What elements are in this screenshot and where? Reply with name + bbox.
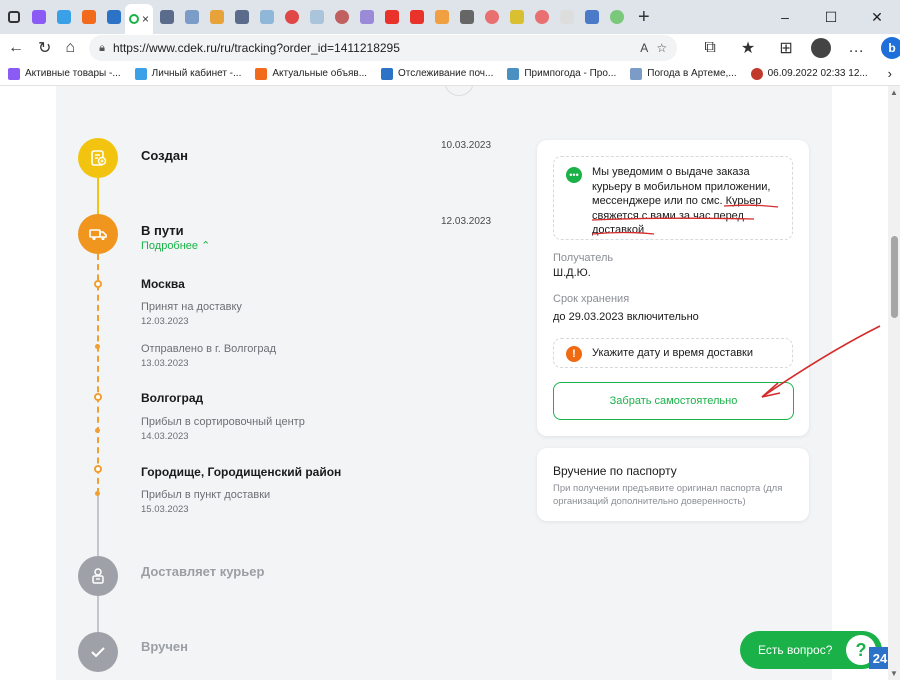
back-icon[interactable]: ← [8,35,24,61]
active-tab[interactable]: × [125,4,153,34]
collections-icon[interactable]: ⊞ [773,35,799,61]
lock-icon[interactable]: 🔒︎ [99,42,105,55]
url-text[interactable]: https://www.cdek.ru/ru/tracking?order_id… [113,41,632,55]
home-icon[interactable]: ⌂ [65,35,75,61]
scrollbar-thumb[interactable] [891,236,898,318]
bookmark-label: Личный кабинет -... [151,68,242,79]
bookmark-label: Активные товары -... [25,68,121,79]
browser-window: × + – ☐ ✕ ← ↻ ⌂ 🔒︎ https://www.cdek.ru/r… [0,0,900,680]
bookmarks-more-icon[interactable]: › [888,66,892,81]
tab-favicon[interactable] [78,6,100,28]
tab-favicon[interactable] [331,6,353,28]
bookmark-item[interactable]: Личный кабинет -... [134,67,242,80]
bookmark-item[interactable]: Примпогода - Про... [507,67,617,80]
bookmark-label: Актуальные объяв... [272,68,368,79]
bookmark-favicon [255,67,268,80]
bookmark-label: Погода в Артеме,... [647,68,737,79]
ask-question-label: Есть вопрос? [758,643,833,657]
close-tab-icon[interactable]: × [142,12,149,26]
tab-favicon[interactable] [306,6,328,28]
ask-question-button[interactable]: Есть вопрос? ? [740,631,882,669]
tab-favicon[interactable] [281,6,303,28]
browser-toolbar: ← ↻ ⌂ 🔒︎ https://www.cdek.ru/ru/tracking… [0,34,900,62]
page-viewport: Создан 10.03.2023 В пути Подробнее ⌃ 12.… [0,86,888,680]
scroll-up-icon[interactable]: ▲ [890,88,898,97]
minimize-button[interactable]: – [762,0,808,34]
tab-favicon[interactable] [356,6,378,28]
tab-favicon[interactable] [181,6,203,28]
bookmark-item[interactable]: Погода в Артеме,... [630,67,737,80]
tab-favicon[interactable] [206,6,228,28]
bookmarks-bar: Активные товары -... Личный кабинет -...… [0,62,900,86]
bookmark-item[interactable]: Отслеживание поч... [381,67,494,80]
address-bar[interactable]: 🔒︎ https://www.cdek.ru/ru/tracking?order… [89,35,678,61]
bookmark-favicon [381,67,394,80]
tab-strip: × + – ☐ ✕ [0,0,900,34]
refresh-icon[interactable]: ↻ [38,35,51,61]
tab-favicon[interactable] [481,6,503,28]
tab-favicon[interactable] [381,6,403,28]
window-controls: – ☐ ✕ [762,0,900,34]
read-aloud-icon[interactable]: A [640,41,648,55]
scroll-down-icon[interactable]: ▼ [890,669,898,678]
tab-favicon[interactable] [456,6,478,28]
add-favorite-icon[interactable]: ☆ [656,41,667,55]
bookmark-favicon [134,67,147,80]
bitrix24-badge[interactable]: 24 [869,647,888,669]
page-scrollbar[interactable]: ▲ ▼ [888,86,900,680]
bookmark-label: Отслеживание поч... [398,68,494,79]
tab-favicon[interactable] [581,6,603,28]
tab-favicon[interactable] [53,6,75,28]
red-arrow-annotation [761,325,881,398]
bookmark-label: 06.09.2022 02:33 12... [767,68,868,79]
tab-favicon[interactable] [256,6,278,28]
tab-favicon[interactable] [231,6,253,28]
more-menu-icon[interactable]: … [843,35,869,61]
tab-favicon[interactable] [431,6,453,28]
maximize-button[interactable]: ☐ [808,0,854,34]
tab-actions-icon[interactable] [3,6,25,28]
tab-favicon[interactable] [28,6,50,28]
tab-favicon[interactable] [156,6,178,28]
new-tab-button[interactable]: + [638,6,650,29]
bookmark-label: Примпогода - Про... [524,68,617,79]
profile-avatar[interactable] [811,38,832,58]
bookmark-item[interactable]: Активные товары -... [8,67,121,80]
bing-copilot-icon[interactable]: b [881,37,900,59]
favorites-icon[interactable]: ★ [735,35,761,61]
bookmark-favicon [8,67,20,80]
bookmark-item[interactable]: 06.09.2022 02:33 12... [750,67,868,80]
close-window-button[interactable]: ✕ [854,0,900,34]
tab-favicon[interactable] [531,6,553,28]
tab-favicon[interactable] [406,6,428,28]
bookmark-favicon [630,67,643,80]
extensions-icon[interactable]: ⧉ [697,35,723,61]
tab-favicon[interactable] [556,6,578,28]
bookmark-favicon [507,67,520,80]
tab-favicon[interactable] [606,6,628,28]
tab-favicon[interactable] [103,6,125,28]
cdek-tab-icon [129,14,139,24]
bookmark-favicon [750,67,763,80]
toolbar-right: ⧉ ★ ⊞ … b [697,35,900,61]
bookmark-item[interactable]: Актуальные объяв... [255,67,368,80]
tab-favicon[interactable] [506,6,528,28]
